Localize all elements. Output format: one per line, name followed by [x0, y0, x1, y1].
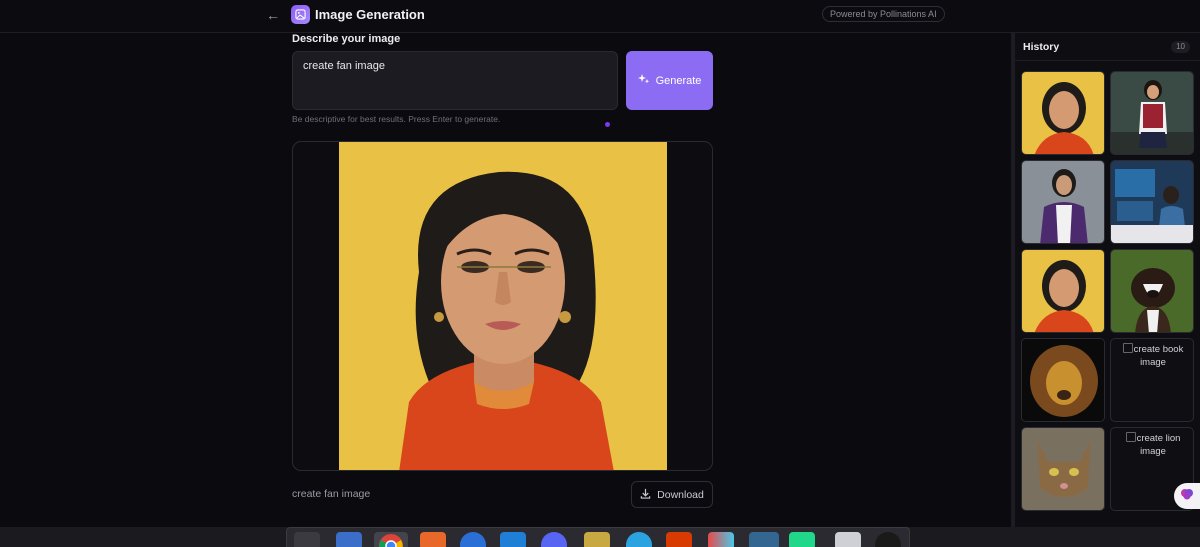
app-store-icon[interactable] — [420, 532, 446, 547]
history-panel: History 10 create book image create lion… — [1015, 33, 1200, 527]
download-button[interactable]: Download — [631, 481, 713, 508]
generate-label: Generate — [655, 74, 702, 87]
terminal-icon[interactable] — [294, 532, 320, 547]
discord-icon[interactable] — [541, 532, 567, 547]
download-icon — [640, 488, 651, 502]
history-thumb[interactable] — [1110, 160, 1194, 244]
history-thumb[interactable] — [1110, 71, 1194, 155]
image-caption: create fan image — [292, 488, 371, 500]
prompt-input[interactable]: create fan image — [292, 51, 618, 110]
back-arrow-icon[interactable]: ← — [264, 6, 282, 24]
loading-dot — [605, 122, 610, 127]
history-thumb[interactable] — [1021, 249, 1105, 333]
archive-icon[interactable] — [584, 532, 610, 547]
image-preview — [292, 141, 713, 471]
generate-button[interactable]: Generate — [626, 51, 713, 110]
history-thumb[interactable] — [1021, 71, 1105, 155]
office-icon[interactable] — [666, 532, 692, 547]
generated-image[interactable] — [339, 142, 667, 470]
prompt-label: Describe your image — [292, 33, 401, 45]
prompt-hint: Be descriptive for best results. Press E… — [292, 114, 501, 124]
system-icon[interactable] — [875, 532, 901, 547]
history-thumb-broken[interactable]: create book image — [1110, 338, 1194, 422]
powered-by-badge[interactable]: Powered by Pollinations AI — [822, 6, 945, 22]
postgres-icon[interactable] — [749, 532, 779, 547]
history-thumb[interactable] — [1021, 427, 1105, 511]
image-icon — [291, 5, 310, 24]
text-editor-icon[interactable] — [835, 532, 861, 547]
history-header: History 10 — [1015, 33, 1200, 61]
page-title: Image Generation — [315, 7, 425, 22]
color-picker-icon[interactable] — [708, 532, 734, 547]
broken-image-icon — [1125, 432, 1136, 442]
brain-extension-button[interactable] — [1174, 483, 1200, 509]
broken-image-icon — [1122, 343, 1133, 353]
top-bar: ← Image Generation Powered by Pollinatio… — [0, 0, 1200, 33]
taskbar — [286, 527, 910, 547]
broken-image-alt: create book image — [1133, 344, 1184, 368]
history-thumb[interactable] — [1021, 160, 1105, 244]
files-icon[interactable] — [336, 532, 362, 547]
history-thumb[interactable] — [1021, 338, 1105, 422]
history-count-badge: 10 — [1171, 41, 1190, 53]
chrome-icon[interactable] — [374, 532, 408, 547]
history-title: History — [1023, 41, 1060, 53]
help-icon[interactable] — [460, 532, 486, 547]
vscode-icon[interactable] — [500, 532, 526, 547]
brain-icon — [1180, 487, 1194, 506]
download-label: Download — [657, 488, 704, 501]
history-thumb[interactable] — [1110, 249, 1194, 333]
sparkles-icon — [637, 73, 650, 88]
broken-image-alt: create lion image — [1136, 433, 1181, 457]
pycharm-icon[interactable] — [789, 532, 815, 547]
telegram-icon[interactable] — [626, 532, 652, 547]
